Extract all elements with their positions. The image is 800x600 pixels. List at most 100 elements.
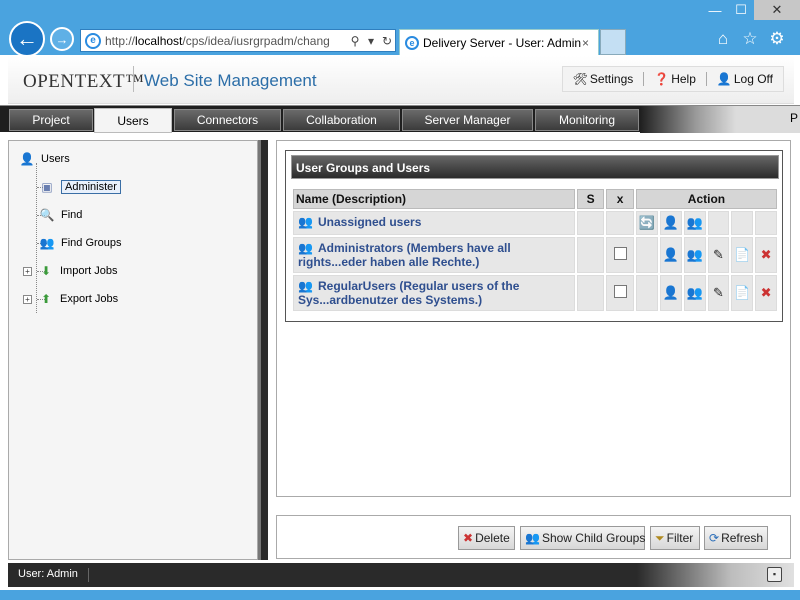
- empty-action-cell: [707, 211, 730, 235]
- x-cell: [606, 275, 634, 311]
- navigation-tree: 👤 Users ▣ Administer 🔍 Find 👥 Find Group…: [8, 140, 258, 560]
- table-row: 👥 Unassigned users 🔄 👤 👥: [293, 211, 777, 235]
- child-groups-icon: 👥: [525, 531, 540, 545]
- add-user-icon[interactable]: 👤: [659, 237, 682, 273]
- main-tab-bar: Project Users Connectors Collaboration S…: [0, 105, 800, 133]
- refresh-button[interactable]: ⟳ Refresh: [704, 526, 768, 550]
- opentext-logo: OPENTEXT™: [23, 71, 145, 92]
- column-x: x: [606, 189, 634, 209]
- help-link[interactable]: ❓ Help: [648, 72, 702, 86]
- add-group-icon[interactable]: 👥: [683, 237, 706, 273]
- header-links: 🛠 Settings ❓ Help 👤 Log Off: [561, 66, 784, 92]
- tree-item-import-jobs[interactable]: + ⬇ Import Jobs: [23, 263, 117, 279]
- maximize-button[interactable]: ☐: [728, 0, 754, 20]
- add-group-icon[interactable]: 👥: [683, 211, 706, 235]
- forward-arrow-icon[interactable]: →: [50, 27, 74, 51]
- tab-project[interactable]: Project: [9, 109, 93, 131]
- tab-collaboration[interactable]: Collaboration: [283, 109, 400, 131]
- user-groups-title: User Groups and Users: [291, 155, 779, 179]
- tab-bar-fade: P: [640, 106, 800, 133]
- gear-icon[interactable]: ⚙: [768, 29, 786, 49]
- delete-user-icon[interactable]: ✖: [755, 275, 777, 311]
- s-cell: [576, 211, 605, 235]
- group-name-cell[interactable]: 👥 RegularUsers (Regular users of the Sys.…: [293, 275, 575, 311]
- content-panel: User Groups and Users Name (Description)…: [276, 140, 791, 497]
- user-groups-box: User Groups and Users Name (Description)…: [285, 150, 783, 322]
- delete-x-icon: ✖: [463, 531, 474, 545]
- edit-user-icon[interactable]: ✎: [707, 275, 730, 311]
- tree-item-find-groups[interactable]: 👥 Find Groups: [39, 235, 122, 251]
- header-divider: [133, 66, 134, 92]
- delete-user-icon[interactable]: ✖: [755, 237, 777, 273]
- filter-button[interactable]: ⏷ Filter: [650, 526, 700, 550]
- x-cell: [606, 237, 634, 273]
- browser-tools: ⌂ ☆ ⚙: [714, 29, 786, 49]
- settings-tools-icon: 🛠: [572, 72, 588, 86]
- row-checkbox[interactable]: [613, 285, 627, 298]
- export-icon: ⬆: [40, 292, 52, 306]
- magnifier-icon: 🔍: [39, 208, 55, 222]
- close-tab-icon[interactable]: ×: [582, 36, 598, 50]
- column-name: Name (Description): [293, 189, 575, 209]
- tree-item-export-jobs[interactable]: + ⬆ Export Jobs: [23, 291, 118, 307]
- user-icon: 👤: [19, 152, 35, 166]
- favorites-star-icon[interactable]: ☆: [741, 29, 759, 49]
- import-icon: ⬇: [40, 264, 52, 278]
- tree-root-users[interactable]: 👤 Users: [19, 151, 70, 167]
- delete-button[interactable]: ✖ Delete: [458, 526, 515, 550]
- back-arrow-icon[interactable]: ←: [9, 21, 45, 57]
- tab-server-manager[interactable]: Server Manager: [402, 109, 533, 131]
- group-name-cell[interactable]: 👥 Administrators (Members have all rights…: [293, 237, 575, 273]
- product-title: Web Site Management: [144, 71, 317, 90]
- browser-tab-title: Delivery Server - User: Admin: [423, 35, 582, 50]
- tab-connectors[interactable]: Connectors: [174, 109, 281, 131]
- address-bar[interactable]: e http://localhost/cps/idea/iusrgrpadm/c…: [80, 29, 396, 52]
- s-cell: [576, 275, 605, 311]
- close-window-button[interactable]: ✕: [754, 0, 800, 20]
- link-separator: [705, 72, 707, 86]
- refresh-icon[interactable]: ↻: [379, 34, 395, 48]
- edit-user-icon[interactable]: ✎: [707, 237, 730, 273]
- add-user-icon[interactable]: 👤: [659, 211, 682, 235]
- address-url[interactable]: http://localhost/cps/idea/iusrgrpadm/cha…: [105, 34, 347, 48]
- window-bottom-border: [0, 590, 800, 600]
- panel-splitter[interactable]: [258, 140, 268, 560]
- assign-users-icon[interactable]: 🔄: [635, 211, 658, 235]
- group-name-cell[interactable]: 👥 Unassigned users: [293, 211, 575, 235]
- show-child-groups-button[interactable]: 👥 Show Child Groups: [520, 526, 645, 550]
- browser-tab[interactable]: e Delivery Server - User: Admin ×: [399, 29, 599, 55]
- properties-icon[interactable]: 📄: [731, 275, 754, 311]
- settings-link[interactable]: 🛠 Settings: [567, 72, 640, 86]
- column-s: S: [576, 189, 605, 209]
- tree-item-administer[interactable]: ▣ Administer: [39, 179, 121, 195]
- tree-item-find[interactable]: 🔍 Find: [39, 207, 83, 223]
- add-group-icon[interactable]: 👥: [683, 275, 706, 311]
- s-cell: [576, 237, 605, 273]
- log-off-icon: 👤: [716, 72, 732, 86]
- expand-plus-icon[interactable]: +: [23, 294, 32, 304]
- new-tab-button[interactable]: [600, 29, 626, 55]
- ie-page-icon: e: [85, 32, 101, 49]
- dropdown-icon[interactable]: ▾: [363, 34, 379, 48]
- properties-icon[interactable]: 📄: [731, 237, 754, 273]
- empty-action-cell: [731, 211, 754, 235]
- row-checkbox[interactable]: [613, 247, 627, 260]
- status-page-icon[interactable]: ▪: [767, 567, 782, 582]
- log-off-link[interactable]: 👤 Log Off: [711, 72, 779, 86]
- add-user-icon[interactable]: 👤: [659, 275, 682, 311]
- expand-plus-icon[interactable]: +: [23, 266, 32, 276]
- empty-action-cell: [635, 237, 658, 273]
- status-separator: [88, 568, 89, 582]
- minimize-button[interactable]: —: [702, 0, 728, 20]
- search-icon[interactable]: ⚲: [347, 34, 363, 48]
- ie-tab-icon: e: [405, 35, 419, 50]
- tab-overflow-label[interactable]: P: [790, 111, 798, 125]
- table-header-row: Name (Description) S x Action: [293, 189, 777, 209]
- browser-chrome: — ☐ ✕ ← → e http://localhost/cps/idea/iu…: [0, 0, 800, 57]
- action-button-bar: ✖ Delete 👥 Show Child Groups ⏷ Filter ⟳ …: [276, 515, 791, 559]
- tab-monitoring[interactable]: Monitoring: [535, 109, 639, 131]
- home-icon[interactable]: ⌂: [714, 29, 732, 49]
- x-cell: [606, 211, 634, 235]
- tab-users[interactable]: Users: [94, 108, 172, 133]
- help-icon: ❓: [654, 72, 670, 86]
